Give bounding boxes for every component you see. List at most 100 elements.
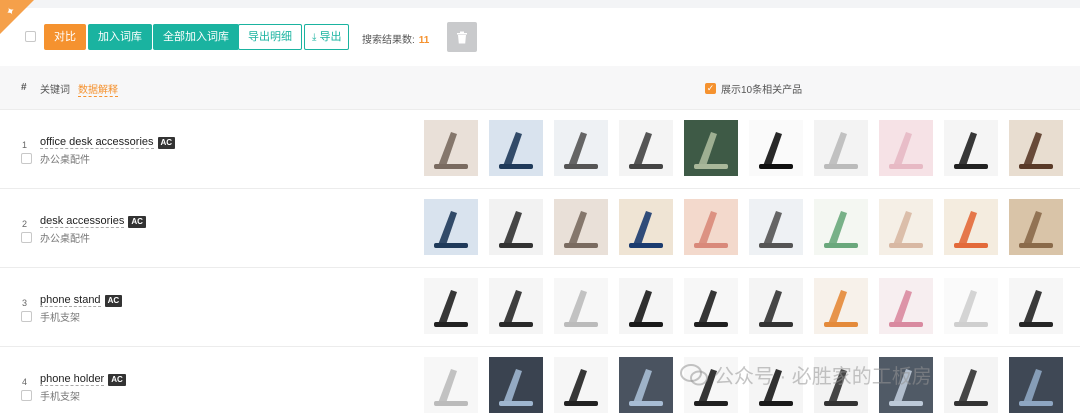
product-thumbnail-wood-desk-shelf[interactable] xyxy=(1009,120,1063,176)
product-thumbnail-tablet-stand-black[interactable] xyxy=(619,278,673,334)
add-all-lexicon-button[interactable]: 全部加入词库 xyxy=(153,24,239,50)
related-products xyxy=(424,199,1063,259)
product-image-icon xyxy=(1009,357,1063,413)
show-related-label: 展示10条相关产品 xyxy=(721,85,803,96)
product-thumbnail-pen-organizer[interactable] xyxy=(424,120,478,176)
product-image-icon xyxy=(684,120,738,176)
keyword-translation: 手机支架 xyxy=(40,392,80,403)
row-checkbox[interactable] xyxy=(21,232,32,243)
index-header: # xyxy=(21,82,27,93)
product-image-icon xyxy=(749,199,803,255)
show-related-toggle[interactable]: ✓ 展示10条相关产品 xyxy=(705,81,802,96)
product-image-icon xyxy=(424,357,478,413)
product-image-icon xyxy=(944,199,998,255)
product-thumbnail-pen-organizer[interactable] xyxy=(554,199,608,255)
product-thumbnail-desk-power-strip[interactable] xyxy=(944,120,998,176)
row-index: 3 xyxy=(22,298,28,308)
row-index: 4 xyxy=(22,377,28,387)
product-thumbnail-pink-desk-mat[interactable] xyxy=(879,120,933,176)
data-explain-link[interactable]: 数据解释 xyxy=(78,81,118,97)
watermark: 公众号 · 必胜家的工板房 xyxy=(680,360,932,389)
product-image-icon xyxy=(554,120,608,176)
product-image-icon xyxy=(684,278,738,334)
product-image-icon xyxy=(554,278,608,334)
keyword-link[interactable]: office desk accessories xyxy=(40,136,154,149)
keyword-link[interactable]: phone stand xyxy=(40,294,101,307)
ac-badge: AC xyxy=(157,136,176,149)
product-thumbnail-floral-desk-mat[interactable] xyxy=(684,120,738,176)
product-thumbnail-foot-rest-cushion[interactable] xyxy=(814,120,868,176)
product-image-icon xyxy=(944,278,998,334)
table-row: 3 phone stand AC 手机支架 xyxy=(0,268,1080,347)
product-thumbnail-planner-pad[interactable] xyxy=(814,199,868,255)
export-button[interactable]: ⤓ 导出 xyxy=(304,24,350,50)
product-thumbnail-foldable-stand-black[interactable] xyxy=(424,278,478,334)
compare-button[interactable]: 对比 xyxy=(44,24,86,50)
product-image-icon xyxy=(814,199,868,255)
product-thumbnail-stand-orange-phone[interactable] xyxy=(814,278,868,334)
export-button-label: 导出 xyxy=(319,31,342,43)
product-image-icon xyxy=(814,278,868,334)
table-header: # 关键词 数据解释 ✓ 展示10条相关产品 xyxy=(0,66,1080,110)
product-thumbnail-phone-stand-clear[interactable] xyxy=(554,120,608,176)
delete-button[interactable] xyxy=(447,22,477,52)
product-image-icon xyxy=(944,357,998,413)
product-thumbnail-phone-stand-clear[interactable] xyxy=(749,199,803,255)
ac-badge: AC xyxy=(128,215,146,228)
product-thumbnail-folding-stand-white[interactable] xyxy=(424,357,478,413)
keyword-cell: office desk accessories AC xyxy=(40,136,176,149)
row-checkbox[interactable] xyxy=(21,390,32,401)
product-thumbnail-monitor-memo-board[interactable] xyxy=(424,199,478,255)
product-thumbnail-little-reminders-sign[interactable] xyxy=(619,199,673,255)
product-thumbnail-mini-desk-fan[interactable] xyxy=(489,199,543,255)
product-thumbnail-car-vent-holder-2[interactable] xyxy=(1009,357,1063,413)
product-image-icon xyxy=(424,278,478,334)
result-label: 搜索结果数: xyxy=(362,35,415,46)
product-thumbnail-stand-pink-phone[interactable] xyxy=(879,278,933,334)
product-image-icon xyxy=(489,357,543,413)
product-image-icon xyxy=(424,120,478,176)
product-image-icon xyxy=(814,120,868,176)
keyword-link[interactable]: phone holder xyxy=(40,373,105,386)
product-thumbnail-flat-stand-black[interactable] xyxy=(684,278,738,334)
table-row: 2 desk accessories AC 办公桌配件 xyxy=(0,189,1080,268)
keyword-cell: desk accessories AC xyxy=(40,215,146,228)
product-thumbnail-car-mount-holder[interactable] xyxy=(619,357,673,413)
keyword-results-page: ✦ 对比 加入词库 全部加入词库 导出明细 ⤓ 导出 搜索结果数: 11 # 关键… xyxy=(0,0,1080,420)
export-detail-button[interactable]: 导出明细 xyxy=(238,24,302,50)
product-thumbnail-pastel-sticky-notes[interactable] xyxy=(879,199,933,255)
product-thumbnail-car-vent-holder[interactable] xyxy=(489,357,543,413)
product-thumbnail-monitor-memo-board[interactable] xyxy=(489,120,543,176)
product-thumbnail-white-tall-stand[interactable] xyxy=(944,278,998,334)
product-thumbnail-foldable-stand-black[interactable] xyxy=(554,357,608,413)
top-strip xyxy=(0,0,1080,8)
product-image-icon xyxy=(619,278,673,334)
keyword-translation: 手机支架 xyxy=(40,313,80,324)
product-thumbnail-black-mouse-pad[interactable] xyxy=(749,120,803,176)
keyword-translation: 办公桌配件 xyxy=(40,155,90,166)
product-image-icon xyxy=(554,357,608,413)
keyword-header: 关键词 xyxy=(40,85,70,96)
product-thumbnail-holder-stand-black[interactable] xyxy=(749,278,803,334)
download-icon: ⤓ xyxy=(312,32,317,43)
product-thumbnail-wood-desk-items[interactable] xyxy=(1009,199,1063,255)
product-image-icon xyxy=(489,199,543,255)
keyword-link[interactable]: desk accessories xyxy=(40,215,125,228)
product-thumbnail-stand-black-angled[interactable] xyxy=(1009,278,1063,334)
row-checkbox[interactable] xyxy=(21,311,32,322)
keyword-cell: phone holder AC xyxy=(40,373,126,386)
product-image-icon xyxy=(554,199,608,255)
product-thumbnail-holder-stand-black[interactable] xyxy=(944,357,998,413)
select-all-checkbox[interactable] xyxy=(25,31,36,42)
product-thumbnail-gel-wrist-rest[interactable] xyxy=(619,120,673,176)
product-image-icon xyxy=(879,199,933,255)
row-checkbox[interactable] xyxy=(21,153,32,164)
row-index: 2 xyxy=(22,219,28,229)
product-thumbnail-adjustable-stand-dark[interactable] xyxy=(489,278,543,334)
product-thumbnail-desk-calendar-12[interactable] xyxy=(944,199,998,255)
row-index: 1 xyxy=(22,140,28,150)
product-thumbnail-sticky-notes-stack[interactable] xyxy=(684,199,738,255)
product-thumbnail-folding-stand-white[interactable] xyxy=(554,278,608,334)
add-lexicon-button[interactable]: 加入词库 xyxy=(88,24,152,50)
product-image-icon xyxy=(489,278,543,334)
